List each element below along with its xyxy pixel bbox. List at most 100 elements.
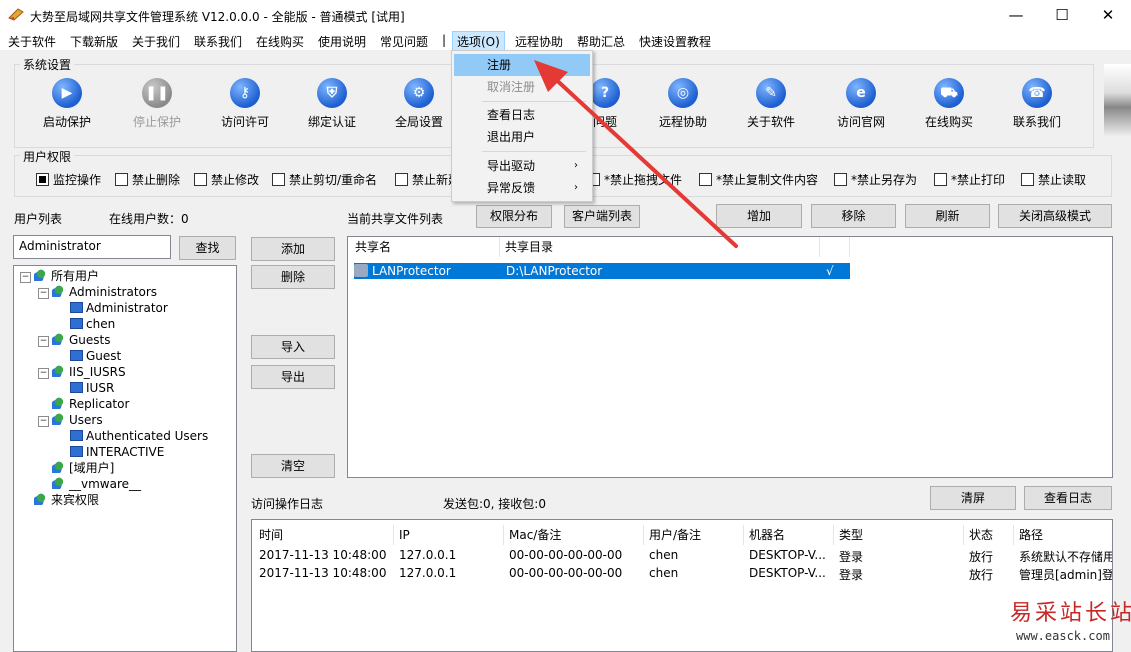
online-buy-label: 在线购买 (924, 115, 973, 129)
column-type[interactable]: 类型 (834, 525, 964, 545)
menu-contact[interactable]: 联系我们 (194, 33, 242, 50)
check-no-modify[interactable]: 禁止修改 (194, 171, 259, 188)
menu-about-software[interactable]: 关于软件 (8, 33, 56, 50)
menu-manual[interactable]: 使用说明 (318, 33, 366, 50)
window-title: 大势至局域网共享文件管理系统 V12.0.0.0 - 全能版 - 普通模式 [试… (30, 10, 405, 24)
tree-group-vmware[interactable]: .__vmware__ (38, 476, 141, 492)
user-search-input[interactable]: Administrator (13, 235, 171, 259)
start-protect-button[interactable]: ▶ 启动保护 (24, 78, 110, 133)
tree-user-administrator[interactable]: .Administrator (56, 300, 168, 316)
start-protect-label: 启动保护 (42, 115, 91, 129)
menu-separator: | (442, 33, 447, 47)
landscape-image (1104, 64, 1131, 136)
tree-group-replicator[interactable]: .Replicator (38, 396, 129, 412)
column-check[interactable] (820, 237, 850, 257)
menu-buy[interactable]: 在线购买 (256, 33, 304, 50)
tree-guest-permissions[interactable]: .来宾权限 (20, 492, 99, 508)
online-count: 在线用户数：0 (109, 212, 189, 226)
menu-tutorial[interactable]: 快速设置教程 (639, 33, 711, 50)
ie-icon: e (846, 78, 876, 108)
share-name-cell: LANProtector (372, 264, 451, 278)
table-row[interactable]: 2017-11-13 10:48:00 127.0.0.1 00-00-00-0… (252, 548, 1112, 566)
refresh-button[interactable]: 刷新 (905, 204, 990, 228)
access-permit-button[interactable]: ⚷ 访问许可 (202, 78, 288, 133)
maximize-button[interactable]: ☐ (1039, 0, 1085, 30)
menu-faq[interactable]: 常见问题 (380, 33, 428, 50)
app-icon (8, 7, 24, 21)
column-time[interactable]: 时间 (254, 525, 394, 545)
tree-group-domain-users[interactable]: .[域用户] (38, 460, 114, 476)
remove-share-button[interactable]: 移除 (811, 204, 896, 228)
tree-user-interactive[interactable]: .INTERACTIVE (56, 444, 164, 460)
close-button[interactable]: ✕ (1085, 0, 1131, 30)
title-bar: 大势至局域网共享文件管理系统 V12.0.0.0 - 全能版 - 普通模式 [试… (0, 0, 1131, 30)
watermark-text: 易采站长站 (1010, 601, 1131, 626)
online-buy-button[interactable]: ⛟ 在线购买 (906, 78, 992, 133)
delete-user-button[interactable]: 删除 (251, 265, 335, 289)
pause-icon: ❚❚ (142, 78, 172, 108)
shield-icon: ⛨ (317, 78, 347, 108)
minimize-button[interactable]: — (993, 0, 1039, 30)
menu-options[interactable]: 选项(O) (452, 31, 505, 52)
column-status[interactable]: 状态 (964, 525, 1014, 545)
check-no-delete[interactable]: 禁止删除 (115, 171, 180, 188)
share-path-cell: D:\LANProtector (506, 264, 603, 278)
menu-download[interactable]: 下载新版 (70, 33, 118, 50)
column-share-name[interactable]: 共享名 (350, 237, 500, 257)
tree-user-guest[interactable]: .Guest (56, 348, 121, 364)
tree-group-users[interactable]: − Users (38, 412, 103, 428)
column-machine[interactable]: 机器名 (744, 525, 834, 545)
column-mac[interactable]: Mac/备注 (504, 525, 644, 545)
packet-counter: 发送包:0, 接收包:0 (443, 497, 546, 511)
global-settings-button[interactable]: ⚙ 全局设置 (376, 78, 462, 133)
tree-group-iis-iusrs[interactable]: − IIS_IUSRS (38, 364, 126, 380)
access-log-table[interactable]: 时间 IP Mac/备注 用户/备注 机器名 类型 状态 路径 2017-11-… (251, 519, 1113, 652)
user-tree[interactable]: −所有用户 −Administrators .Administrator .ch… (13, 265, 237, 652)
shared-files-label: 当前共享文件列表 (347, 212, 444, 226)
check-no-print[interactable]: *禁止打印 (934, 171, 1005, 188)
tree-user-authenticated[interactable]: .Authenticated Users (56, 428, 208, 444)
access-log-label: 访问操作日志 (251, 497, 324, 511)
play-icon: ▶ (52, 78, 82, 108)
phone-icon: ☎ (1022, 78, 1052, 108)
stop-protect-label: 停止保护 (132, 115, 181, 129)
contact-us-label: 联系我们 (1012, 115, 1061, 129)
export-button[interactable]: 导出 (251, 365, 335, 389)
tree-user-chen[interactable]: .chen (56, 316, 115, 332)
check-no-cut-rename[interactable]: 禁止剪切/重命名 (272, 171, 377, 188)
shared-files-table[interactable]: 共享名 共享目录 LANProtector D:\LANProtector √ (347, 236, 1113, 478)
column-user[interactable]: 用户/备注 (644, 525, 744, 545)
user-permissions-label: 用户权限 (20, 148, 75, 165)
contact-us-button[interactable]: ☎ 联系我们 (994, 78, 1080, 133)
tree-group-administrators[interactable]: − Administrators (38, 284, 157, 300)
tree-group-guests[interactable]: − Guests (38, 332, 111, 348)
visit-website-button[interactable]: e 访问官网 (818, 78, 904, 133)
tree-root[interactable]: − 所有用户 (20, 268, 99, 284)
system-settings-label: 系统设置 (20, 56, 75, 73)
share-folder-icon (354, 264, 368, 277)
menu-help[interactable]: 帮助汇总 (577, 33, 625, 50)
view-log-button[interactable]: 查看日志 (1024, 486, 1112, 510)
column-ip[interactable]: IP (394, 525, 504, 545)
bind-auth-button[interactable]: ⛨ 绑定认证 (289, 78, 375, 133)
menu-remote[interactable]: 远程协助 (515, 33, 563, 50)
check-monitor[interactable]: 监控操作 (36, 171, 101, 188)
visit-website-label: 访问官网 (836, 115, 885, 129)
check-no-read[interactable]: 禁止读取 (1021, 171, 1086, 188)
search-button[interactable]: 查找 (179, 236, 236, 260)
clear-button[interactable]: 清空 (251, 454, 335, 478)
menu-about-us[interactable]: 关于我们 (132, 33, 180, 50)
tree-user-iusr[interactable]: .IUSR (56, 380, 114, 396)
column-path[interactable]: 路径 (1014, 525, 1112, 545)
add-user-button[interactable]: 添加 (251, 237, 335, 261)
check-no-save-as[interactable]: *禁止另存为 (834, 171, 917, 188)
close-advanced-button[interactable]: 关闭高级模式 (998, 204, 1112, 228)
key-icon: ⚷ (230, 78, 260, 108)
bind-auth-label: 绑定认证 (307, 115, 356, 129)
import-button[interactable]: 导入 (251, 335, 335, 359)
watermark-url: www.easck.com (1016, 629, 1110, 643)
table-row[interactable]: LANProtector D:\LANProtector √ (354, 263, 850, 279)
clear-screen-button[interactable]: 清屏 (930, 486, 1016, 510)
table-row[interactable]: 2017-11-13 10:48:00 127.0.0.1 00-00-00-0… (252, 566, 1112, 584)
stop-protect-button: ❚❚ 停止保护 (114, 78, 200, 133)
